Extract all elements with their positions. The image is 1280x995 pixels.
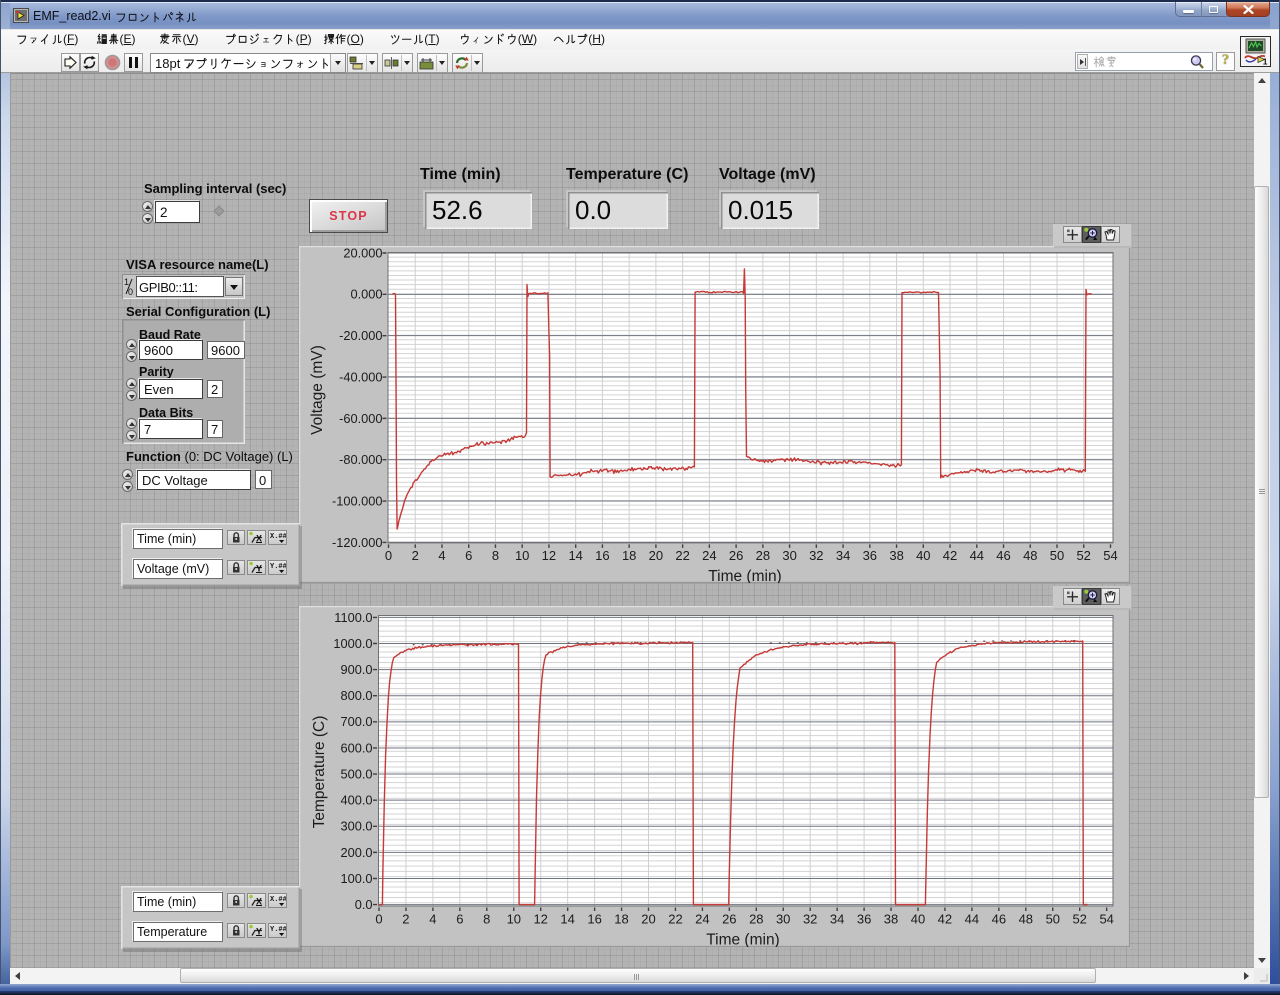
svg-text:400.0: 400.0 xyxy=(340,793,372,808)
svg-text:Time (min): Time (min) xyxy=(706,932,779,948)
svg-text:24: 24 xyxy=(695,912,709,927)
svg-text:40: 40 xyxy=(911,912,925,927)
svg-text:1: 1 xyxy=(1263,57,1268,67)
svg-text:26: 26 xyxy=(722,912,736,927)
svg-text:34: 34 xyxy=(830,912,844,927)
svg-text:2: 2 xyxy=(412,548,419,563)
svg-text:0.0: 0.0 xyxy=(355,897,373,912)
svg-text:8: 8 xyxy=(483,912,490,927)
svg-text:100.0: 100.0 xyxy=(340,871,372,886)
svg-text:36: 36 xyxy=(857,912,871,927)
svg-text:0.000: 0.000 xyxy=(350,287,382,302)
svg-text:4: 4 xyxy=(429,912,436,927)
svg-text:46: 46 xyxy=(992,912,1006,927)
svg-text:14: 14 xyxy=(560,912,574,927)
svg-text:8: 8 xyxy=(492,548,499,563)
svg-text:36: 36 xyxy=(863,548,877,563)
svg-text:Y.##: Y.## xyxy=(270,926,286,934)
svg-text:4: 4 xyxy=(438,548,445,563)
svg-text:50: 50 xyxy=(1046,912,1060,927)
svg-text:300.0: 300.0 xyxy=(340,819,372,834)
svg-text:10: 10 xyxy=(507,912,521,927)
svg-text:-40.000: -40.000 xyxy=(339,369,382,384)
svg-text:26: 26 xyxy=(729,548,743,563)
svg-text:10: 10 xyxy=(515,548,529,563)
svg-text:-120.000: -120.000 xyxy=(332,535,383,550)
svg-text:22: 22 xyxy=(668,912,682,927)
svg-text:6: 6 xyxy=(456,912,463,927)
svg-text:-20.000: -20.000 xyxy=(339,328,382,343)
svg-text:0: 0 xyxy=(385,548,392,563)
svg-text:30: 30 xyxy=(782,548,796,563)
svg-text:48: 48 xyxy=(1019,912,1033,927)
svg-text:Y.##: Y.## xyxy=(270,563,286,571)
svg-text:32: 32 xyxy=(803,912,817,927)
svg-text:14: 14 xyxy=(568,548,582,563)
svg-text:42: 42 xyxy=(938,912,952,927)
svg-text:1100.0: 1100.0 xyxy=(334,610,372,625)
svg-text:18: 18 xyxy=(614,912,628,927)
svg-text:52: 52 xyxy=(1076,548,1090,563)
svg-text:6: 6 xyxy=(465,548,472,563)
svg-text:-80.000: -80.000 xyxy=(339,452,382,467)
svg-text:18: 18 xyxy=(622,548,636,563)
svg-text:54: 54 xyxy=(1099,912,1113,927)
svg-text:800.0: 800.0 xyxy=(340,688,372,703)
svg-text:1: 1 xyxy=(124,277,129,287)
svg-text:600.0: 600.0 xyxy=(340,740,372,755)
svg-text:16: 16 xyxy=(595,548,609,563)
svg-text:28: 28 xyxy=(756,548,770,563)
svg-text:50: 50 xyxy=(1050,548,1064,563)
svg-text:12: 12 xyxy=(533,912,547,927)
svg-text:38: 38 xyxy=(889,548,903,563)
svg-text:32: 32 xyxy=(809,548,823,563)
svg-text:2: 2 xyxy=(402,912,409,927)
svg-text:40: 40 xyxy=(916,548,930,563)
svg-text:-100.000: -100.000 xyxy=(332,494,383,509)
svg-text:30: 30 xyxy=(776,912,790,927)
svg-text:22: 22 xyxy=(675,548,689,563)
svg-text:20: 20 xyxy=(641,912,655,927)
svg-text:X.##: X.## xyxy=(270,896,286,904)
svg-text:0: 0 xyxy=(128,287,133,296)
svg-text:1000.0: 1000.0 xyxy=(333,636,372,651)
svg-text:X.##: X.## xyxy=(270,533,286,541)
svg-text:44: 44 xyxy=(970,548,984,563)
svg-text:900.0: 900.0 xyxy=(340,662,372,677)
svg-text:Voltage (mV): Voltage (mV) xyxy=(309,345,326,435)
svg-text:20.000: 20.000 xyxy=(343,246,382,260)
svg-text:54: 54 xyxy=(1103,548,1117,563)
svg-text:700.0: 700.0 xyxy=(340,714,372,729)
svg-text:46: 46 xyxy=(996,548,1010,563)
svg-text:24: 24 xyxy=(702,548,716,563)
svg-text:Temperature (C): Temperature (C) xyxy=(311,716,328,829)
svg-text:-60.000: -60.000 xyxy=(339,411,382,426)
svg-text:12: 12 xyxy=(542,548,556,563)
svg-text:500.0: 500.0 xyxy=(340,766,372,781)
svg-text:48: 48 xyxy=(1023,548,1037,563)
svg-text:34: 34 xyxy=(836,548,850,563)
svg-text:20: 20 xyxy=(649,548,663,563)
svg-text:52: 52 xyxy=(1072,912,1086,927)
svg-text:28: 28 xyxy=(749,912,763,927)
svg-text:Time (min): Time (min) xyxy=(708,568,781,583)
svg-text:42: 42 xyxy=(943,548,957,563)
svg-text:200.0: 200.0 xyxy=(340,845,372,860)
svg-text:16: 16 xyxy=(587,912,601,927)
svg-text:44: 44 xyxy=(965,912,979,927)
svg-text:0: 0 xyxy=(375,912,382,927)
svg-text:38: 38 xyxy=(884,912,898,927)
